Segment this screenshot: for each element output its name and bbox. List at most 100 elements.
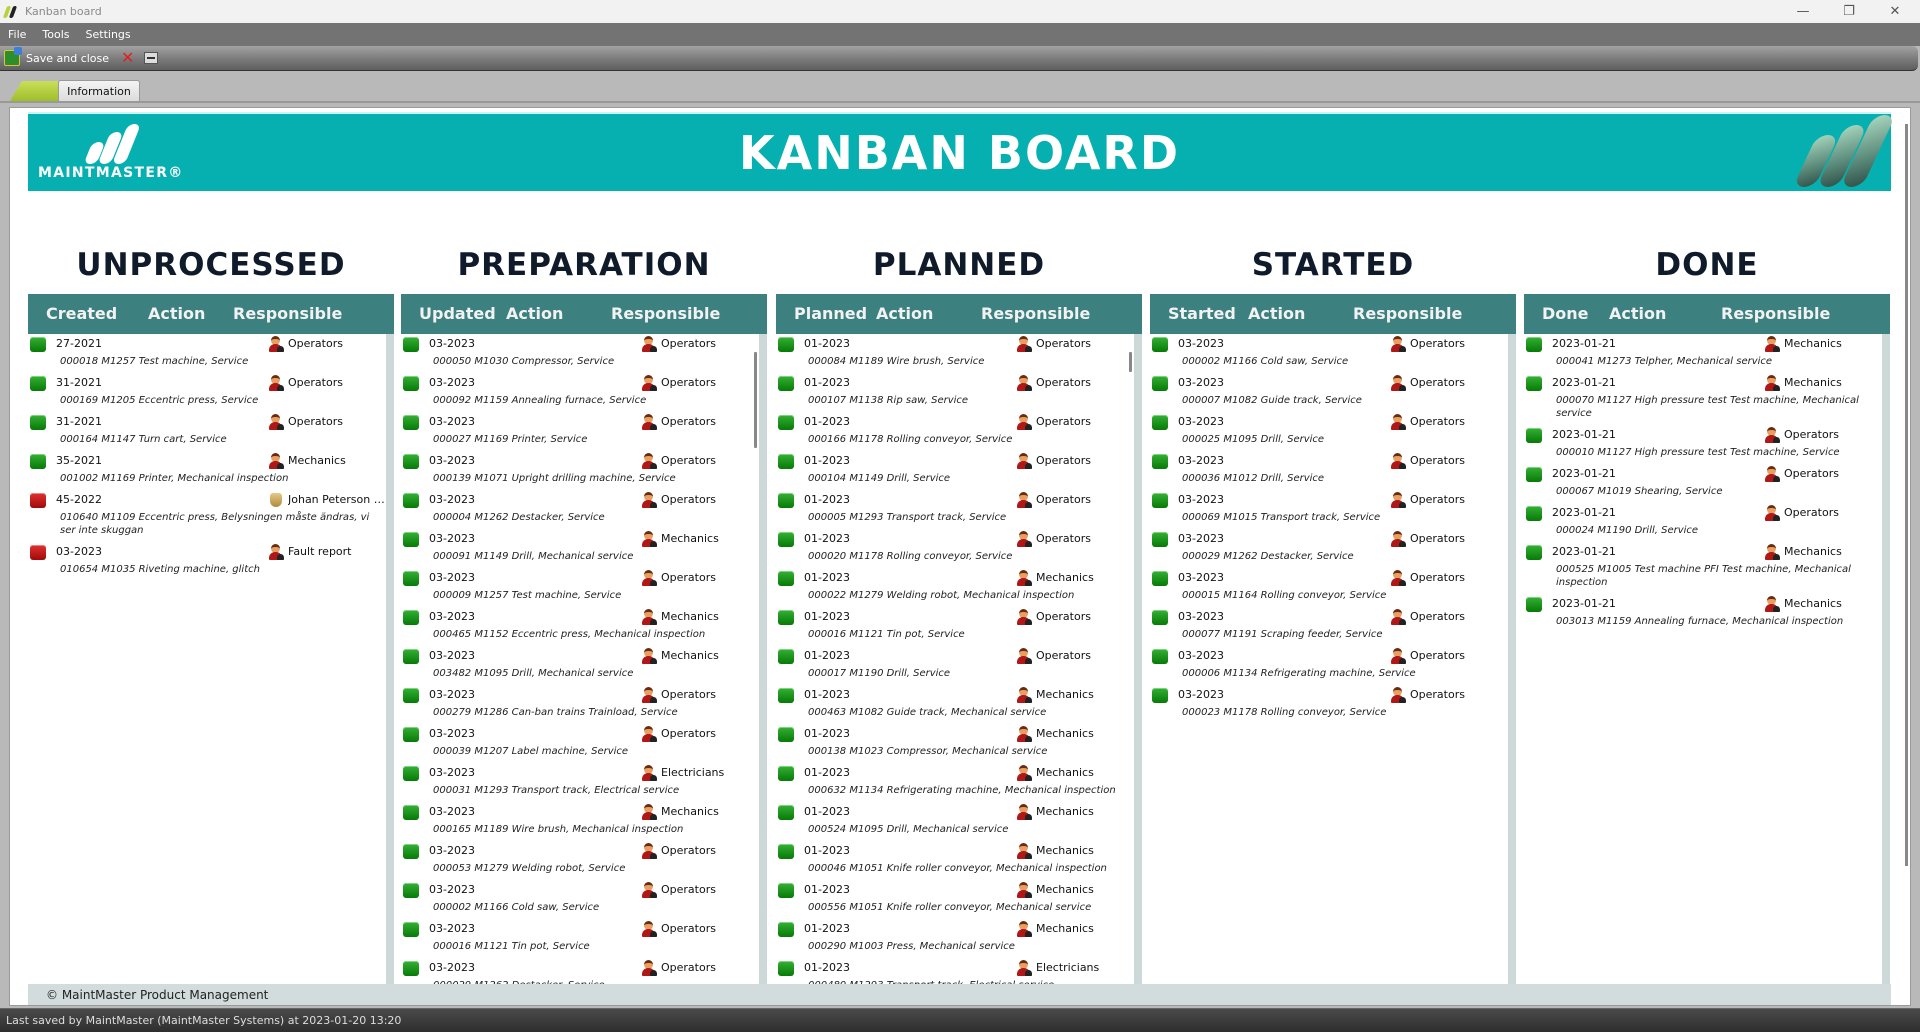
column-header-action[interactable]: Action <box>506 304 563 323</box>
work-order-card[interactable]: 01-2023 Operators 000020 M1178 Rolling con… <box>776 529 1134 568</box>
work-order-card[interactable]: 03-2023 Mechanics 000465 M1152 Eccentric p… <box>401 607 759 646</box>
work-order-card[interactable]: 03-2023 Electricians 000031 M1293 Transpor… <box>401 763 759 802</box>
work-order-card[interactable]: 01-2023 Mechanics 000524 M1095 Drill, Mech… <box>776 802 1134 841</box>
group-icon <box>641 765 657 781</box>
work-order-card[interactable]: 03-2023 Mechanics 000165 M1189 Wire brush,… <box>401 802 759 841</box>
work-order-card[interactable]: 03-2023 Operators 000053 M1279 Welding rob… <box>401 841 759 880</box>
work-order-card[interactable]: 2023-01-21 Mechanics 000041 M1273 Telpher,… <box>1524 334 1882 373</box>
work-order-card[interactable]: 03-2023 Operators 000006 M1134 Refrigerati… <box>1150 646 1508 685</box>
card-date: 03-2023 <box>429 922 475 935</box>
status-green-icon <box>30 376 46 391</box>
card-list[interactable]: 03-2023 Operators 000002 M1166 Cold saw, S… <box>1150 334 1516 1005</box>
work-order-card[interactable]: 03-2023 Operators 000004 M1262 Destacker, … <box>401 490 759 529</box>
card-list[interactable]: 01-2023 Operators 000084 M1189 Wire brush,… <box>776 334 1142 1005</box>
column-header-date[interactable]: Planned <box>794 304 867 323</box>
work-order-card[interactable]: 01-2023 Mechanics 000632 M1134 Refrigerati… <box>776 763 1134 802</box>
work-order-card[interactable]: 03-2023 Operators 000036 M1012 Drill, Serv… <box>1150 451 1508 490</box>
tab-information[interactable]: Information <box>58 80 140 102</box>
column-header-action[interactable]: Action <box>876 304 933 323</box>
work-order-card[interactable]: 2023-01-21 Mechanics 003013 M1159 Annealin… <box>1524 594 1882 633</box>
column-header-responsible[interactable]: Responsible <box>981 304 1090 323</box>
work-order-card[interactable]: 01-2023 Operators 000107 M1138 Rip saw, Se… <box>776 373 1134 412</box>
work-order-card[interactable]: 01-2023 Operators 000005 M1293 Transport t… <box>776 490 1134 529</box>
work-order-card[interactable]: 03-2023 Operators 000139 M1071 Upright dri… <box>401 451 759 490</box>
work-order-card[interactable]: 03-2023 Operators 000016 M1121 Tin pot, Se… <box>401 919 759 958</box>
column-scrollbar[interactable] <box>754 352 757 448</box>
close-button[interactable]: ✕ <box>1872 0 1918 23</box>
column-header-action[interactable]: Action <box>1609 304 1666 323</box>
work-order-card[interactable]: 03-2023 Operators 000015 M1164 Rolling con… <box>1150 568 1508 607</box>
column-header-action[interactable]: Action <box>148 304 205 323</box>
group-icon <box>641 687 657 703</box>
card-responsible: Operators <box>661 883 716 896</box>
work-order-card[interactable]: 27-2021 Operators 000018 M1257 Test machin… <box>28 334 386 373</box>
work-order-card[interactable]: 03-2023 Mechanics 003482 M1095 Drill, Mech… <box>401 646 759 685</box>
work-order-card[interactable]: 01-2023 Operators 000084 M1189 Wire brush,… <box>776 334 1134 373</box>
work-order-card[interactable]: 03-2023 Operators 000050 M1030 Compressor,… <box>401 334 759 373</box>
card-responsible: Operators <box>1036 493 1091 506</box>
card-date: 03-2023 <box>1178 688 1224 701</box>
work-order-card[interactable]: 2023-01-21 Mechanics 000525 M1005 Test mac… <box>1524 542 1882 594</box>
work-order-card[interactable]: 01-2023 Mechanics 000556 M1051 Knife rolle… <box>776 880 1134 919</box>
work-order-card[interactable]: 03-2023 Operators 000027 M1169 Printer, Se… <box>401 412 759 451</box>
card-list[interactable]: 27-2021 Operators 000018 M1257 Test machin… <box>28 334 394 1005</box>
work-order-card[interactable]: 01-2023 Mechanics 000022 M1279 Welding rob… <box>776 568 1134 607</box>
card-description: 000053 M1279 Welding robot, Service <box>433 863 626 874</box>
delete-icon[interactable]: ✕ <box>121 50 134 66</box>
card-date: 01-2023 <box>804 493 850 506</box>
column-scrollbar[interactable] <box>1129 352 1132 372</box>
tab-home[interactable] <box>10 81 58 101</box>
work-order-card[interactable]: 01-2023 Operators 000104 M1149 Drill, Serv… <box>776 451 1134 490</box>
work-order-card[interactable]: 01-2023 Mechanics 000463 M1082 Guide track… <box>776 685 1134 724</box>
card-list[interactable]: 03-2023 Operators 000050 M1030 Compressor,… <box>401 334 767 1005</box>
menu-tools[interactable]: Tools <box>34 28 77 41</box>
column-header-responsible[interactable]: Responsible <box>1353 304 1462 323</box>
work-order-card[interactable]: 03-2023 Operators 000092 M1159 Annealing f… <box>401 373 759 412</box>
card-list[interactable]: 2023-01-21 Mechanics 000041 M1273 Telpher,… <box>1524 334 1890 1005</box>
column-header-responsible[interactable]: Responsible <box>233 304 342 323</box>
card-description: 000069 M1015 Transport track, Service <box>1182 512 1381 523</box>
work-order-card[interactable]: 03-2023 Operators 000029 M1262 Destacker, … <box>1150 529 1508 568</box>
work-order-card[interactable]: 03-2023 Operators 000007 M1082 Guide track… <box>1150 373 1508 412</box>
column-header-responsible[interactable]: Responsible <box>1721 304 1830 323</box>
work-order-card[interactable]: 03-2023 Operators 000009 M1257 Test machin… <box>401 568 759 607</box>
work-order-card[interactable]: 2023-01-21 Operators 000010 M1127 High pre… <box>1524 425 1882 464</box>
menu-settings[interactable]: Settings <box>78 28 139 41</box>
work-order-card[interactable]: 03-2023 Fault report 010654 M1035 Riveting… <box>28 542 386 581</box>
minimize-button[interactable]: — <box>1780 0 1826 23</box>
work-order-card[interactable]: 03-2023 Operators 000279 M1286 Can-ban tra… <box>401 685 759 724</box>
work-order-card[interactable]: 03-2023 Operators 000039 M1207 Label machi… <box>401 724 759 763</box>
work-order-card[interactable]: 31-2021 Operators 000169 M1205 Eccentric p… <box>28 373 386 412</box>
work-order-card[interactable]: 2023-01-21 Operators 000024 M1190 Drill, S… <box>1524 503 1882 542</box>
column-header-date[interactable]: Created <box>46 304 117 323</box>
work-order-card[interactable]: 03-2023 Operators 000077 M1191 Scraping fe… <box>1150 607 1508 646</box>
work-order-card[interactable]: 01-2023 Mechanics 000138 M1023 Compressor,… <box>776 724 1134 763</box>
work-order-card[interactable]: 03-2023 Operators 000002 M1166 Cold saw, S… <box>401 880 759 919</box>
work-order-card[interactable]: 03-2023 Operators 000002 M1166 Cold saw, S… <box>1150 334 1508 373</box>
work-order-card[interactable]: 01-2023 Operators 000016 M1121 Tin pot, Se… <box>776 607 1134 646</box>
work-order-card[interactable]: 03-2023 Operators 000023 M1178 Rolling con… <box>1150 685 1508 724</box>
column-header-action[interactable]: Action <box>1248 304 1305 323</box>
work-order-card[interactable]: 01-2023 Operators 000166 M1178 Rolling con… <box>776 412 1134 451</box>
column-header-date[interactable]: Done <box>1542 304 1589 323</box>
maximize-button[interactable]: ❐ <box>1826 0 1872 23</box>
save-and-close-button[interactable]: Save and close <box>4 47 109 66</box>
work-order-card[interactable]: 2023-01-21 Mechanics 000070 M1127 High pre… <box>1524 373 1882 425</box>
work-order-card[interactable]: 2023-01-21 Operators 000067 M1019 Shearing… <box>1524 464 1882 503</box>
work-order-card[interactable]: 01-2023 Mechanics 000290 M1003 Press, Mech… <box>776 919 1134 958</box>
work-order-card[interactable]: 01-2023 Mechanics 000046 M1051 Knife rolle… <box>776 841 1134 880</box>
card-responsible: Operators <box>1784 428 1839 441</box>
print-icon[interactable] <box>144 52 159 64</box>
work-order-card[interactable]: 31-2021 Operators 000164 M1147 Turn cart, … <box>28 412 386 451</box>
menu-file[interactable]: File <box>0 28 34 41</box>
work-order-card[interactable]: 03-2023 Mechanics 000091 M1149 Drill, Mech… <box>401 529 759 568</box>
work-order-card[interactable]: 45-2022 Johan Peterson (A... 010640 M1109 … <box>28 490 386 542</box>
work-order-card[interactable]: 35-2021 Mechanics 001002 M1169 Printer, Me… <box>28 451 386 490</box>
column-header-date[interactable]: Updated <box>419 304 496 323</box>
work-order-card[interactable]: 01-2023 Operators 000017 M1190 Drill, Serv… <box>776 646 1134 685</box>
column-header-responsible[interactable]: Responsible <box>611 304 720 323</box>
work-order-card[interactable]: 03-2023 Operators 000069 M1015 Transport t… <box>1150 490 1508 529</box>
column-header-date[interactable]: Started <box>1168 304 1236 323</box>
page-scrollbar[interactable] <box>1905 124 1908 866</box>
work-order-card[interactable]: 03-2023 Operators 000025 M1095 Drill, Serv… <box>1150 412 1508 451</box>
